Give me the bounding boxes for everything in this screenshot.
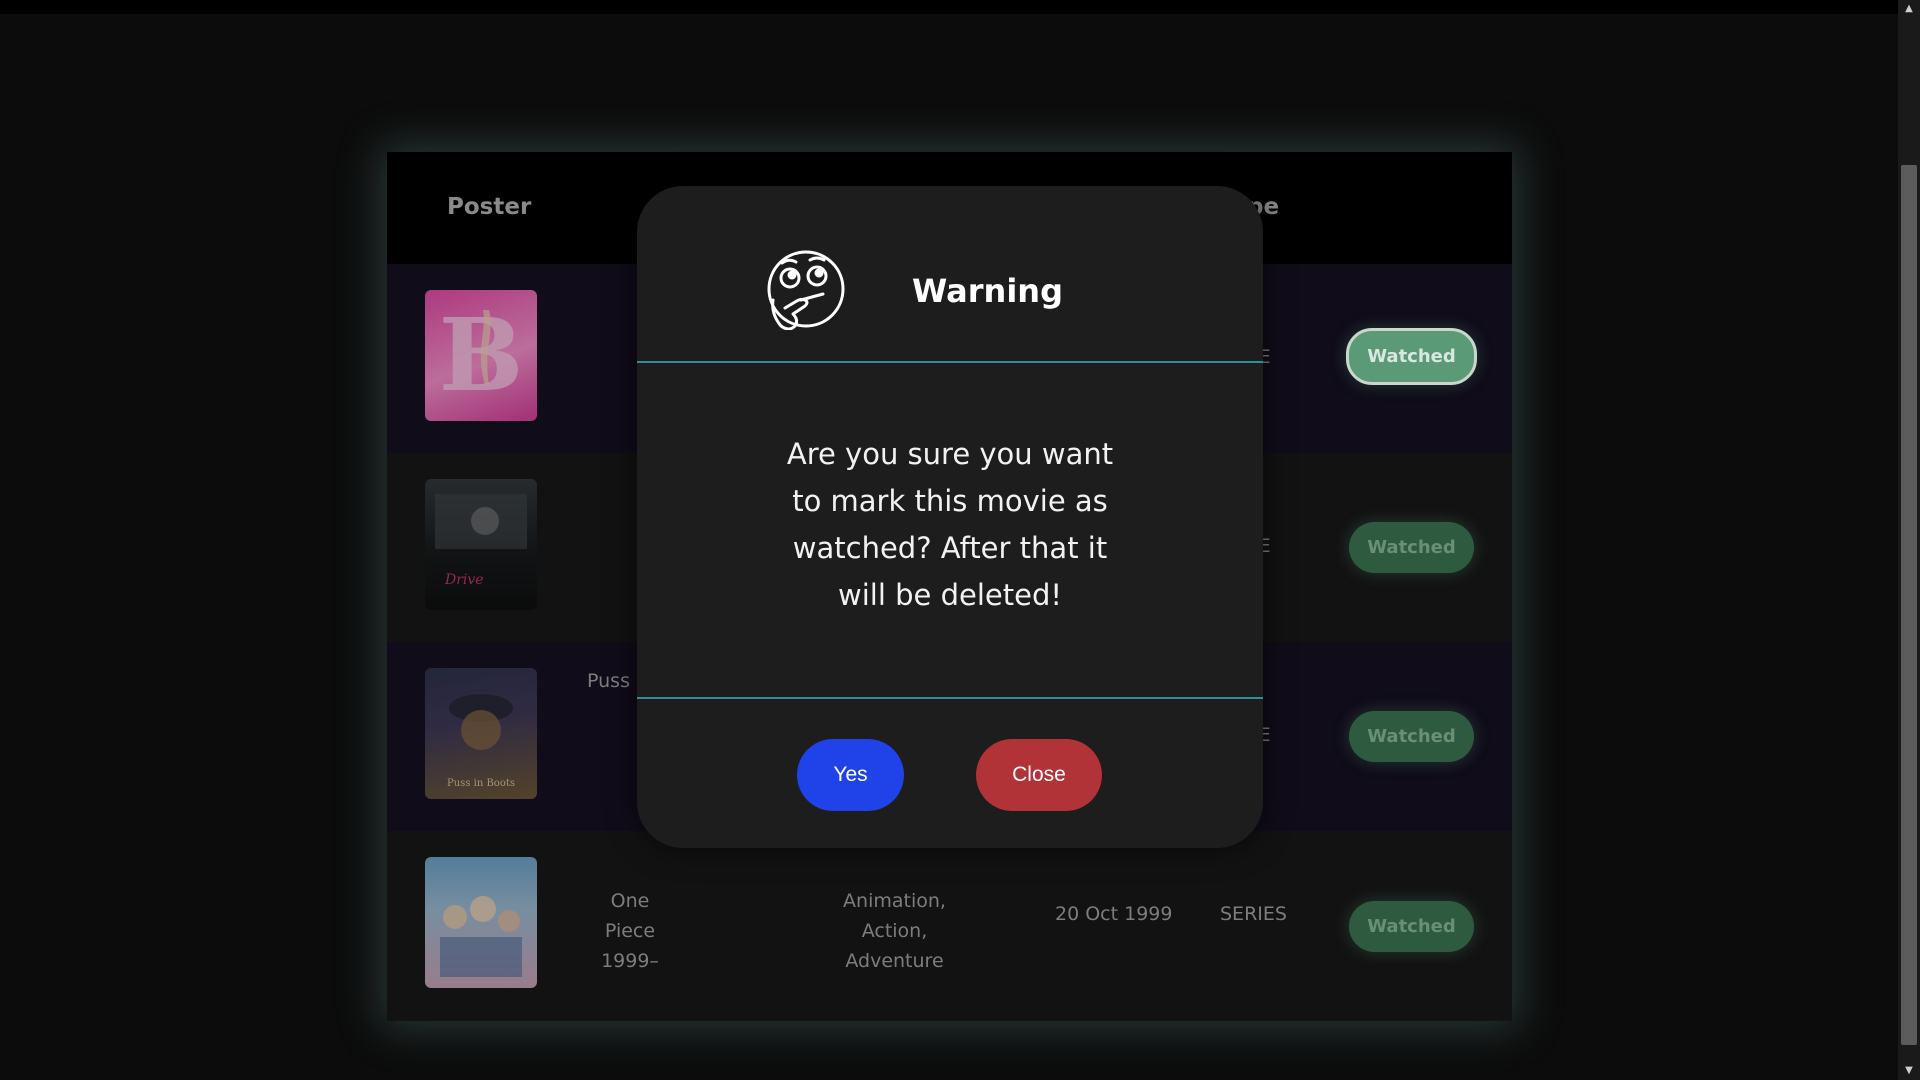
genre-cell: Animation, Action, Adventure xyxy=(812,886,977,976)
close-button[interactable]: Close xyxy=(976,739,1102,811)
title-cell: One Piece 1999– xyxy=(585,886,675,976)
poster-image: Drive xyxy=(425,479,537,610)
watched-button[interactable]: Watched xyxy=(1349,901,1474,952)
watched-button[interactable]: Watched xyxy=(1349,711,1474,762)
top-bar xyxy=(0,0,1898,14)
title-cell: Puss i xyxy=(587,670,642,692)
release-date-cell: 20 Oct 1999 xyxy=(1055,903,1173,925)
poster-image xyxy=(425,857,537,988)
title-line: One Piece xyxy=(604,890,656,942)
poster-image: Puss in Boots xyxy=(425,668,537,799)
svg-text:Puss in Boots: Puss in Boots xyxy=(447,778,515,789)
page-background: Poster pe B IE Watched Drive xyxy=(0,14,1898,1080)
genre-line: Animation, Action, xyxy=(843,890,946,942)
thinking-face-icon xyxy=(765,248,847,331)
scroll-thumb[interactable] xyxy=(1901,165,1917,1045)
scroll-up-arrow-icon[interactable]: ▲ xyxy=(1898,0,1920,18)
watched-button[interactable]: Watched xyxy=(1346,328,1477,385)
warning-modal: Warning Are you sure you want to mark th… xyxy=(637,186,1263,848)
scroll-down-arrow-icon[interactable]: ▼ xyxy=(1898,1062,1920,1080)
poster-image: B xyxy=(425,290,537,421)
type-cell: SERIES xyxy=(1220,903,1287,925)
watched-button[interactable]: Watched xyxy=(1349,522,1474,573)
modal-footer: Yes Close xyxy=(637,697,1263,850)
table-row: One Piece 1999– Animation, Action, Adven… xyxy=(387,831,1512,1020)
header-poster: Poster xyxy=(447,194,532,220)
modal-header: Warning xyxy=(637,186,1263,363)
year-line: 1999– xyxy=(601,950,659,972)
svg-text:Drive: Drive xyxy=(444,572,484,588)
modal-title: Warning xyxy=(912,272,1063,310)
modal-message: Are you sure you want to mark this movie… xyxy=(786,437,1114,612)
genre-line: Adventure xyxy=(845,950,944,972)
yes-button[interactable]: Yes xyxy=(797,739,904,811)
vertical-scrollbar[interactable]: ▲ ▼ xyxy=(1898,0,1920,1080)
